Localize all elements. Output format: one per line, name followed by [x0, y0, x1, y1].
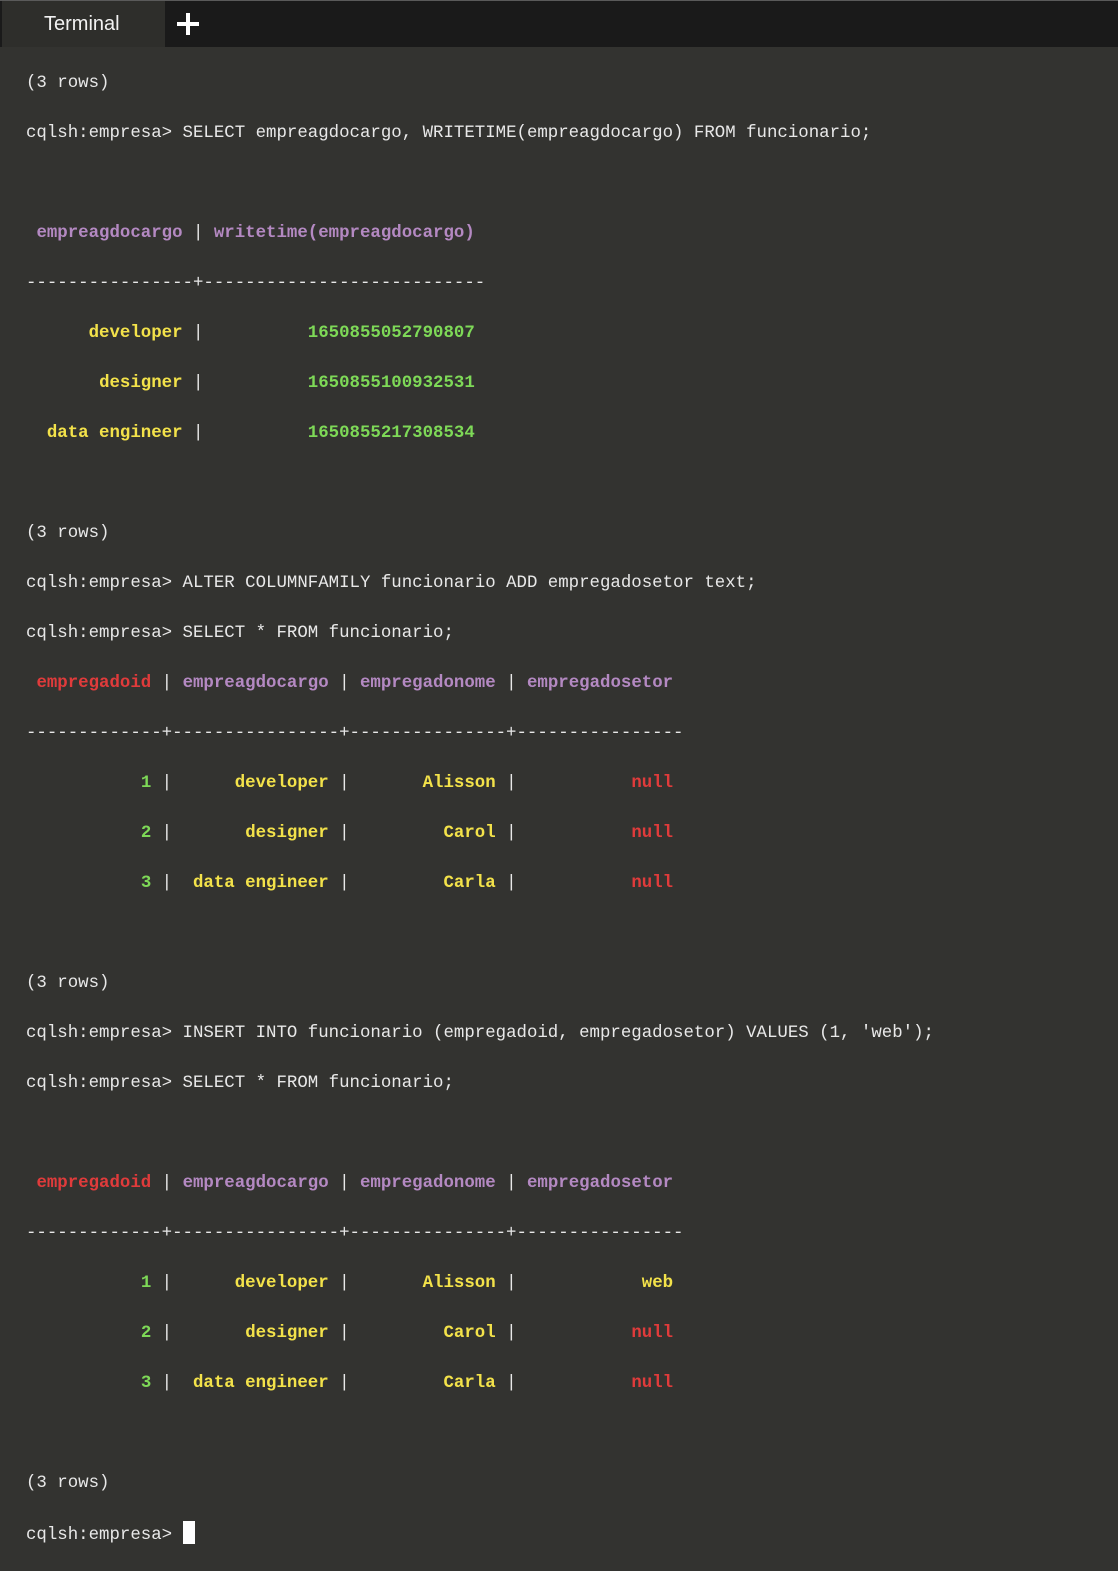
- output-line: (3 rows): [26, 524, 110, 543]
- table-row: designer | 1650855100932531: [99, 374, 475, 393]
- command-line: cqlsh:empresa> SELECT empreagdocargo, WR…: [26, 124, 872, 143]
- table-header-row: empregadoid | empreagdocargo | empregado…: [36, 674, 674, 693]
- table-row: 3 | data engineer | Carla | null: [140, 1374, 674, 1393]
- table-row: 1 | developer | Alisson | web: [140, 1274, 674, 1293]
- table-separator: ----------------+-----------------------…: [26, 274, 486, 293]
- table-separator: -------------+----------------+---------…: [26, 1224, 684, 1243]
- cursor: [182, 1521, 195, 1544]
- table-header-row: empreagdocargo | writetime(empreagdocarg…: [36, 224, 475, 243]
- table-row: 2 | designer | Carol | null: [140, 824, 674, 843]
- table-separator: -------------+----------------+---------…: [26, 724, 684, 743]
- table-header-row: empregadoid | empreagdocargo | empregado…: [36, 1174, 674, 1193]
- output-line: (3 rows): [26, 74, 110, 93]
- table-row: 1 | developer | Alisson | null: [140, 774, 674, 793]
- command-line[interactable]: cqlsh:empresa>: [26, 1521, 1118, 1546]
- table-row: data engineer | 1650855217308534: [46, 424, 475, 443]
- command-line: cqlsh:empresa> SELECT * FROM funcionario…: [26, 624, 454, 643]
- table-row: 2 | designer | Carol | null: [140, 1324, 674, 1343]
- tab-bar: Terminal: [0, 0, 1118, 47]
- tab-title: Terminal: [44, 13, 120, 35]
- output-line: (3 rows): [26, 1474, 110, 1493]
- command-line: cqlsh:empresa> ALTER COLUMNFAMILY funcio…: [26, 574, 757, 593]
- table-row: 3 | data engineer | Carla | null: [140, 874, 674, 893]
- new-tab-plus-icon[interactable]: [177, 13, 199, 35]
- tab-terminal[interactable]: Terminal: [2, 1, 165, 47]
- table-row: developer | 1650855052790807: [88, 324, 475, 343]
- output-line: (3 rows): [26, 974, 110, 993]
- command-line: cqlsh:empresa> INSERT INTO funcionario (…: [26, 1024, 934, 1043]
- command-line: cqlsh:empresa> SELECT * FROM funcionario…: [26, 1074, 454, 1093]
- terminal-output[interactable]: (3 rows) cqlsh:empresa> SELECT empreagdo…: [26, 46, 1118, 1571]
